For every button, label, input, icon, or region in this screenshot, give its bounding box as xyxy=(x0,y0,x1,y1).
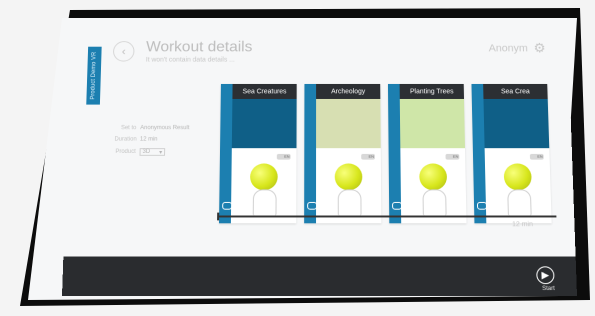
card-badge-label: EN xyxy=(284,153,290,159)
product-select-value: 3D xyxy=(142,149,151,155)
card-title: Sea Creatures xyxy=(232,83,297,99)
card-title: Sea Crea xyxy=(483,83,548,99)
vr-headset-icon xyxy=(392,201,403,210)
workout-card[interactable]: Sea Creatures EN xyxy=(219,83,297,224)
workout-card[interactable]: Archeology EN xyxy=(304,83,382,224)
page-title: Workout details xyxy=(145,39,253,56)
card-image xyxy=(316,98,381,149)
workout-card[interactable]: Planting Trees EN xyxy=(387,83,467,224)
card-badge-label: EN xyxy=(452,153,459,159)
yellow-ball-icon xyxy=(419,163,448,191)
card-badge-label: EN xyxy=(368,153,374,159)
timeline-duration: 12 min xyxy=(512,221,534,229)
side-tab[interactable]: Product Demo VR xyxy=(86,46,102,105)
timeline xyxy=(217,212,557,221)
workout-card[interactable]: Sea Crea EN xyxy=(471,83,552,224)
info-value: 12 min xyxy=(139,136,158,143)
figure-icon xyxy=(422,189,447,216)
start-label: Start xyxy=(542,286,555,293)
info-row: Product 3D ▾ xyxy=(114,148,189,156)
back-icon: ‹ xyxy=(121,44,126,58)
vr-headset-icon xyxy=(476,201,488,210)
info-row: Set to Anonymous Result xyxy=(115,125,190,131)
settings-button[interactable]: ⚙ xyxy=(533,40,547,56)
card-body: EN xyxy=(400,148,467,224)
card-image xyxy=(231,98,297,149)
card-title: Archeology xyxy=(316,83,381,99)
timeline-start-cap xyxy=(217,212,220,221)
card-body: EN xyxy=(230,148,297,224)
figure-icon xyxy=(337,189,362,216)
card-image xyxy=(483,98,550,149)
card-image xyxy=(399,98,466,149)
vr-headset-icon xyxy=(222,201,233,210)
figure-icon xyxy=(252,189,277,216)
workout-carousel[interactable]: Sea Creatures EN Archeology EN Planting … xyxy=(219,83,556,229)
side-tab-label: Product Demo VR xyxy=(90,51,98,100)
card-badge-label: EN xyxy=(537,153,543,159)
tablet-screen: Product Demo VR ‹ Workout details It won… xyxy=(62,30,577,296)
info-key: Set to xyxy=(120,125,137,132)
gear-icon: ⚙ xyxy=(533,40,546,56)
yellow-ball-icon xyxy=(250,163,278,191)
info-row: Duration 12 min xyxy=(114,137,189,143)
page-subtitle: It won't contain data details ... xyxy=(145,56,235,64)
start-button[interactable]: ▶ xyxy=(536,266,555,285)
product-select[interactable]: 3D ▾ xyxy=(139,148,166,156)
card-body: EN xyxy=(316,148,382,224)
workout-info: Set to Anonymous Result Duration 12 min … xyxy=(114,125,190,161)
user-name: Anonym xyxy=(488,43,528,55)
back-button[interactable]: ‹ xyxy=(112,41,135,62)
vr-headset-icon xyxy=(307,201,318,210)
info-key: Duration xyxy=(114,136,137,143)
play-icon: ▶ xyxy=(541,269,550,281)
info-key: Product xyxy=(115,149,136,155)
card-body: EN xyxy=(484,148,552,224)
bottom-app-bar: ▶ Start xyxy=(62,256,577,296)
chevron-down-icon: ▾ xyxy=(159,149,163,156)
yellow-ball-icon xyxy=(503,163,532,191)
figure-icon xyxy=(507,189,532,216)
yellow-ball-icon xyxy=(334,163,363,191)
info-value: Anonymous Result xyxy=(140,125,190,132)
card-title: Planting Trees xyxy=(399,83,465,99)
